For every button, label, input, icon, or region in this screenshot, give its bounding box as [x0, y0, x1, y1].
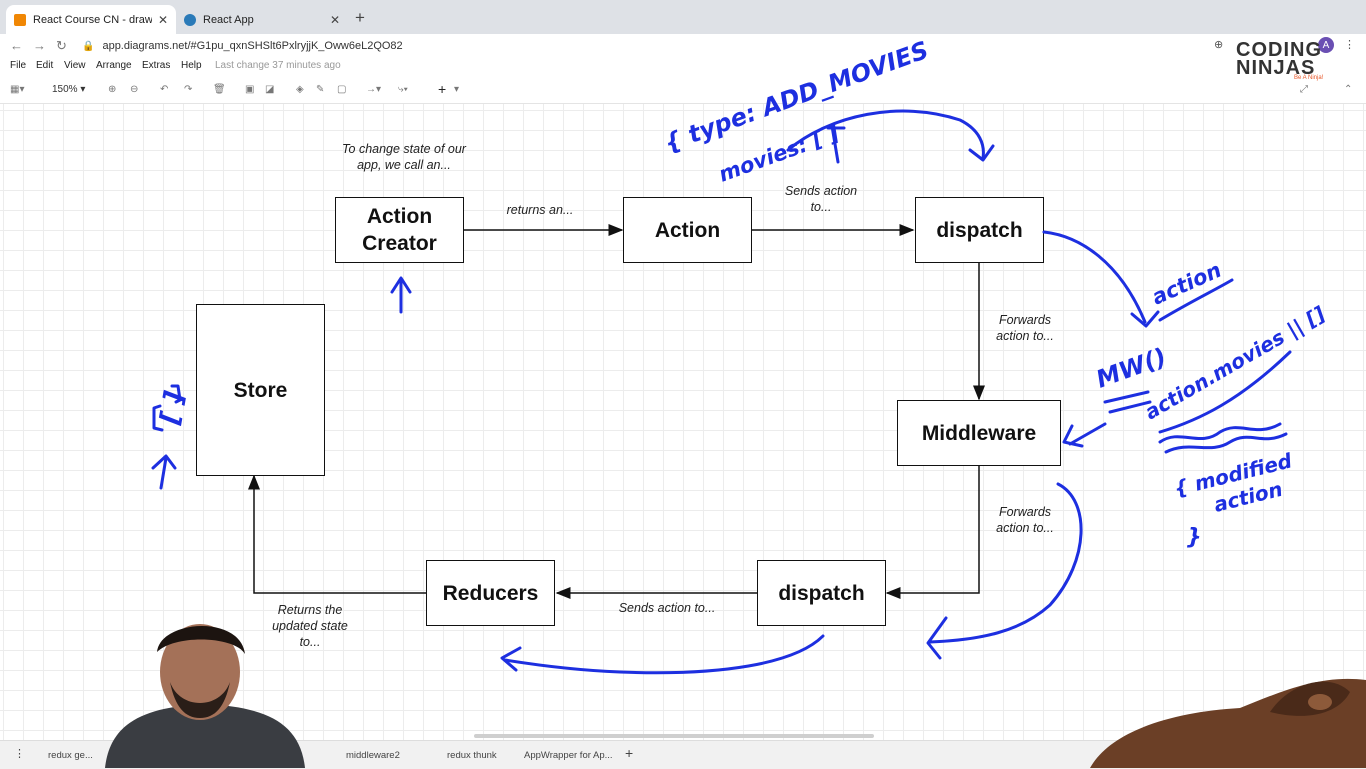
annotation-store-empty: [ ] — [155, 389, 190, 428]
equals-mark — [1103, 390, 1150, 404]
annotation-close-brace: } — [1186, 525, 1202, 550]
horizontal-scrollbar[interactable] — [474, 734, 874, 738]
add-page-button[interactable]: + — [625, 745, 633, 761]
annotation-action-movies: action.movies || [] — [1141, 301, 1330, 424]
page-tab-redux-thunk[interactable]: redux thunk — [447, 750, 497, 761]
up-arrow-creator — [390, 276, 412, 314]
arrow-to-middleware — [1062, 422, 1107, 448]
curve-dispatch-to-action — [1042, 230, 1160, 328]
page-tab-middleware2[interactable]: middleware2 — [346, 750, 400, 761]
pages-menu-icon[interactable]: ⋮ — [14, 747, 25, 760]
presenter-webcam — [105, 624, 305, 768]
arrowhead-bottom-left — [500, 646, 522, 672]
curve-dispatch-to-reducers — [503, 634, 825, 675]
arrowhead-bottom-right — [926, 616, 948, 660]
page-tab-appwrapper[interactable]: AppWrapper for Ap... — [524, 750, 613, 761]
annotation-action: action — [1148, 258, 1225, 310]
curve-middleware-down — [928, 482, 1083, 644]
arrowhead-annotation — [968, 144, 995, 162]
page-tab-redux-ge[interactable]: redux ge... — [48, 750, 93, 761]
up-arrow-store — [151, 454, 177, 490]
dog-image — [1090, 678, 1366, 768]
annotation-mw: MW() — [1092, 343, 1170, 394]
